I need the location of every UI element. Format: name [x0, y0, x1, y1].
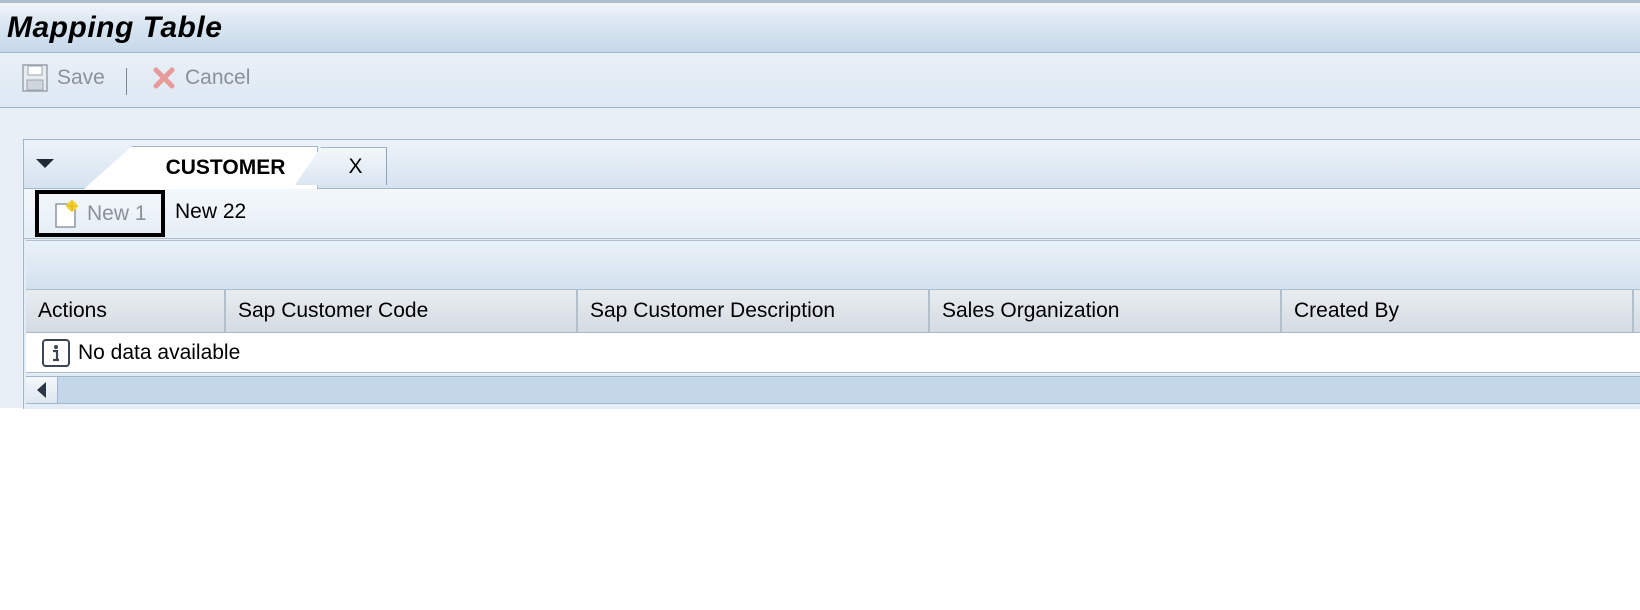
info-icon [42, 338, 70, 367]
empty-table-row: No data available [26, 333, 1640, 373]
new-1-label: New 1 [87, 201, 147, 225]
empty-message: No data available [78, 340, 241, 364]
grid-title-bar [26, 240, 1640, 290]
column-header-sap-customer-description[interactable]: Sap Customer Description [578, 290, 930, 332]
tab-customer-label: CUSTOMER [165, 156, 286, 179]
floppy-disk-icon [22, 64, 48, 92]
new-1-button[interactable]: New 1 [35, 190, 165, 237]
tab-customer[interactable]: CUSTOMER [84, 146, 318, 189]
column-header-sales-organization[interactable]: Sales Organization [930, 290, 1282, 332]
toolbar: Save Cancel [0, 53, 1640, 108]
grid-toolbar [24, 189, 1640, 239]
tab-strip: CUSTOMER X [24, 140, 1640, 189]
new-document-icon [55, 199, 78, 228]
scroll-track[interactable] [60, 379, 1640, 401]
new-22-button[interactable]: New 22 [175, 200, 246, 224]
column-header-actions[interactable]: Actions [26, 290, 226, 332]
scroll-left-arrow-icon [37, 382, 46, 398]
triangle-down-icon[interactable] [36, 159, 54, 168]
table-header-row: Actions Sap Customer Code Sap Customer D… [26, 290, 1640, 333]
toolbar-separator [126, 68, 127, 95]
column-header-created-by[interactable]: Created By [1282, 290, 1634, 332]
column-header-sap-customer-code[interactable]: Sap Customer Code [226, 290, 578, 332]
cancel-label: Cancel [185, 66, 251, 89]
horizontal-scrollbar[interactable] [26, 376, 1640, 404]
scroll-left-button[interactable] [26, 377, 58, 403]
save-label: Save [57, 66, 105, 89]
tab-x-label: X [348, 154, 363, 178]
save-button[interactable]: Save [22, 63, 105, 93]
red-x-icon [153, 67, 175, 89]
title-bar: Mapping Table [0, 0, 1640, 53]
page-title: Mapping Table [7, 11, 223, 44]
cancel-button[interactable]: Cancel [152, 63, 250, 93]
